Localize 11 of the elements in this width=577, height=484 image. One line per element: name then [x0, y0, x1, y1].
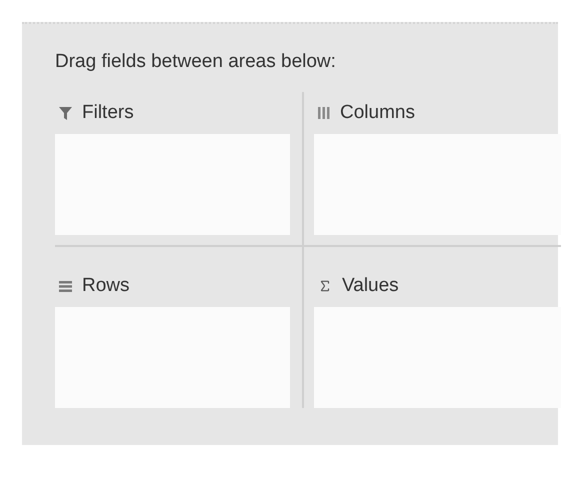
drop-zone[interactable]	[314, 134, 561, 235]
rows-icon	[59, 280, 72, 292]
area-label: Rows	[82, 274, 130, 298]
area-label: Columns	[340, 100, 415, 125]
instruction-text: Drag fields between areas below:	[55, 50, 337, 74]
filter-icon	[59, 106, 72, 120]
area-label: Values	[342, 274, 399, 298]
drop-zone[interactable]	[314, 307, 561, 408]
area-label: Filters	[82, 100, 134, 125]
sum-icon	[318, 279, 332, 293]
columns-icon	[318, 107, 330, 119]
